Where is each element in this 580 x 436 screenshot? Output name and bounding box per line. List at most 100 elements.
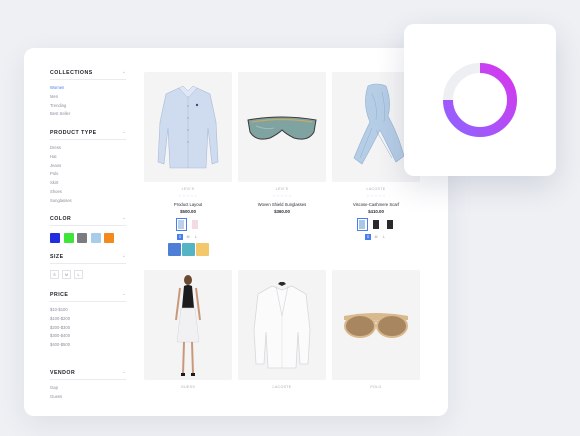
shop-card: COLLECTIONS ⌄ Women Men Trending Best Se… xyxy=(24,48,448,416)
product-price: $410.00 xyxy=(368,208,384,214)
price-range-link[interactable]: $100-$200 xyxy=(50,315,126,324)
variant-thumb[interactable] xyxy=(190,218,201,231)
color-swatch[interactable] xyxy=(90,233,101,243)
size-title: SIZE xyxy=(50,253,64,260)
variant-sizes: S M L xyxy=(144,233,232,240)
sunglasses-photo xyxy=(247,116,317,140)
variant-thumb[interactable] xyxy=(385,218,396,231)
product-type-title: PRODUCT TYPE xyxy=(50,129,97,136)
product-vendor: GUESS xyxy=(180,385,196,389)
product-image[interactable] xyxy=(332,270,420,380)
shirt-photo xyxy=(157,85,219,169)
collections-title: COLLECTIONS xyxy=(50,69,93,76)
product-type-link[interactable]: Polo xyxy=(50,170,126,179)
color-swatch[interactable] xyxy=(63,233,74,243)
product-type-link[interactable]: Skirt xyxy=(50,179,126,188)
filter-vendor: VENDOR ⌄ Gap Guess xyxy=(50,366,126,402)
variant-size-option[interactable]: M xyxy=(373,234,379,240)
color-swatch[interactable] xyxy=(50,233,60,243)
collection-link[interactable]: Men xyxy=(50,93,126,102)
product-name[interactable]: Product Layout xyxy=(144,202,232,207)
price-range-link[interactable]: $10-$100 xyxy=(50,306,126,315)
product-card-meta: LACOSTE xyxy=(238,385,326,389)
vendor-title: VENDOR xyxy=(50,369,76,376)
variant-size-option[interactable]: M xyxy=(185,234,191,240)
pattern-chips xyxy=(144,242,232,256)
product-card-meta: LEVI'S ☆☆☆☆☆ Woven Shield Sunglasses $36… xyxy=(238,187,326,214)
size-option[interactable]: L xyxy=(74,270,83,279)
chevron-down-icon: ⌄ xyxy=(121,129,126,135)
rating-stars: ☆☆☆☆☆ xyxy=(177,194,199,198)
product-image[interactable] xyxy=(144,72,232,182)
filter-price: PRICE ⌄ $10-$100 $100-$200 $200-$300 $30… xyxy=(50,288,126,350)
variant-thumb[interactable] xyxy=(356,217,368,231)
vendor-link[interactable]: Gap xyxy=(50,384,126,393)
chevron-down-icon: ⌄ xyxy=(121,291,126,297)
variant-size-option[interactable]: L xyxy=(381,234,387,240)
product-type-link[interactable]: Dress xyxy=(50,144,126,153)
price-title: PRICE xyxy=(50,291,69,298)
price-range-link[interactable]: $200-$300 xyxy=(50,324,126,333)
filter-color: COLOR ⌄ xyxy=(50,212,126,243)
product-type-link[interactable]: Sunglasses xyxy=(50,197,126,206)
collection-link[interactable]: Women xyxy=(50,84,126,93)
variant-sizes: S M L xyxy=(332,233,420,240)
product-type-header[interactable]: PRODUCT TYPE ⌄ xyxy=(50,126,126,140)
collections-header[interactable]: COLLECTIONS ⌄ xyxy=(50,66,126,80)
collection-link[interactable]: Trending xyxy=(50,102,126,111)
vendor-header[interactable]: VENDOR ⌄ xyxy=(50,366,126,380)
shirt-variant-icon xyxy=(178,219,184,229)
product-card-meta: GUESS xyxy=(144,385,232,389)
product-vendor: LEVI'S xyxy=(275,187,289,191)
size-header[interactable]: SIZE ⌄ xyxy=(50,250,126,264)
product-vendor: LACOSTE xyxy=(366,187,386,191)
pattern-chip[interactable] xyxy=(167,242,181,256)
product-type-link[interactable]: Hat xyxy=(50,153,126,162)
collection-link[interactable]: Best Seller xyxy=(50,110,126,119)
variant-thumbs xyxy=(332,217,420,231)
product-type-link[interactable]: Shoes xyxy=(50,188,126,197)
product-vendor: POLO xyxy=(370,385,382,389)
price-header[interactable]: PRICE ⌄ xyxy=(50,288,126,302)
product-card-meta: LEVI'S ☆☆☆☆☆ Product Layout $500.00 S M … xyxy=(144,187,232,256)
color-title: COLOR xyxy=(50,215,72,222)
product-image[interactable] xyxy=(238,72,326,182)
size-option[interactable]: S xyxy=(50,270,59,279)
variant-thumb[interactable] xyxy=(175,217,187,231)
product-card-meta: LACOSTE ☆☆☆☆☆ Viscose-Cashmere Scarf $41… xyxy=(332,187,420,240)
price-range-link[interactable]: $400-$500 xyxy=(50,341,126,350)
dress-model-photo xyxy=(175,275,201,376)
filter-collections: COLLECTIONS ⌄ Women Men Trending Best Se… xyxy=(50,66,126,119)
product-price: $360.00 xyxy=(274,208,290,214)
variant-size-option[interactable]: S xyxy=(365,233,371,240)
pattern-chip[interactable] xyxy=(181,242,195,256)
product-card-meta: POLO xyxy=(332,385,420,389)
product-name[interactable]: Woven Shield Sunglasses xyxy=(238,202,326,207)
size-option[interactable]: M xyxy=(62,270,71,279)
scarf-variant-icon xyxy=(373,219,379,229)
product-image[interactable] xyxy=(238,270,326,380)
variant-size-option[interactable]: S xyxy=(177,233,183,240)
variant-size-option[interactable]: L xyxy=(193,234,199,240)
color-swatch[interactable] xyxy=(104,233,114,243)
color-swatches xyxy=(50,233,126,243)
product-type-link[interactable]: Jeans xyxy=(50,162,126,171)
product-name[interactable]: Viscose-Cashmere Scarf xyxy=(332,202,420,207)
round-sunglasses-photo xyxy=(344,313,408,338)
product-vendor: LACOSTE xyxy=(272,385,292,389)
variant-thumbs xyxy=(144,217,232,231)
filter-product-type: PRODUCT TYPE ⌄ Dress Hat Jeans Polo Skir… xyxy=(50,126,126,206)
variant-thumb[interactable] xyxy=(371,218,382,231)
progress-ring-icon xyxy=(443,63,517,137)
price-range-link[interactable]: $300-$400 xyxy=(50,332,126,341)
filter-size: SIZE ⌄ S M L xyxy=(50,250,126,279)
color-swatch[interactable] xyxy=(77,233,87,243)
vendor-link[interactable]: Guess xyxy=(50,393,126,402)
chevron-down-icon: ⌄ xyxy=(121,369,126,375)
chevron-down-icon: ⌄ xyxy=(121,253,126,259)
product-image[interactable] xyxy=(144,270,232,380)
chevron-down-icon: ⌄ xyxy=(121,69,126,75)
pattern-chip[interactable] xyxy=(195,242,209,256)
color-header[interactable]: COLOR ⌄ xyxy=(50,212,126,226)
shirt-variant-icon xyxy=(192,219,198,229)
